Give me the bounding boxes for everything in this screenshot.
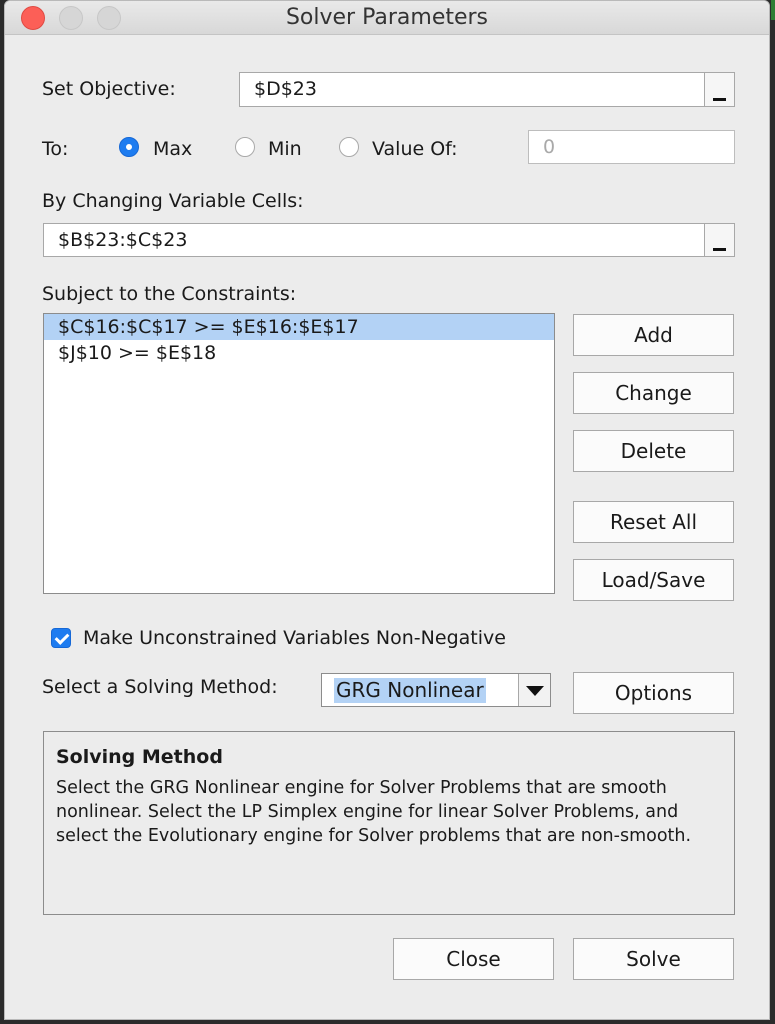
non-negative-checkbox[interactable] xyxy=(51,628,71,648)
constraints-list[interactable]: $C$16:$C$17 >= $E$16:$E$17 $J$10 >= $E$1… xyxy=(43,313,555,594)
dropdown-arrow-icon[interactable] xyxy=(518,674,550,706)
objective-label: Set Objective: xyxy=(42,78,176,100)
solving-method-label: Select a Solving Method: xyxy=(42,676,278,698)
value-of-radio[interactable] xyxy=(339,137,359,157)
constraint-item[interactable]: $J$10 >= $E$18 xyxy=(44,340,554,366)
options-button[interactable]: Options xyxy=(573,672,734,714)
objective-value: $D$23 xyxy=(254,78,317,100)
changing-cells-value: $B$23:$C$23 xyxy=(58,229,188,251)
solving-method-value: GRG Nonlinear xyxy=(334,678,486,703)
max-label[interactable]: Max xyxy=(153,138,192,160)
value-of-label[interactable]: Value Of: xyxy=(372,138,458,160)
collapse-icon xyxy=(713,98,726,101)
solver-dialog: Solver Parameters Set Objective: $D$23 T… xyxy=(4,0,770,1020)
collapse-icon xyxy=(713,248,726,251)
solving-method-select[interactable]: GRG Nonlinear xyxy=(321,673,551,707)
value-of-field[interactable]: 0 xyxy=(528,130,735,164)
constraint-item[interactable]: $C$16:$C$17 >= $E$16:$E$17 xyxy=(44,314,554,340)
add-button[interactable]: Add xyxy=(573,314,734,356)
solving-method-info-panel: Solving Method Select the GRG Nonlinear … xyxy=(43,731,735,915)
title-bar: Solver Parameters xyxy=(5,1,769,35)
min-radio[interactable] xyxy=(235,137,255,157)
load-save-button[interactable]: Load/Save xyxy=(573,559,734,601)
delete-button[interactable]: Delete xyxy=(573,430,734,472)
to-label: To: xyxy=(42,138,69,160)
non-negative-label[interactable]: Make Unconstrained Variables Non-Negativ… xyxy=(83,627,506,649)
solve-button[interactable]: Solve xyxy=(573,938,734,980)
window-title: Solver Parameters xyxy=(285,5,489,30)
changing-cells-field[interactable]: $B$23:$C$23 xyxy=(43,223,735,257)
objective-range-picker-button[interactable] xyxy=(704,73,734,106)
info-text: Select the GRG Nonlinear engine for Solv… xyxy=(56,778,692,846)
info-heading: Solving Method xyxy=(56,746,223,768)
reset-all-button[interactable]: Reset All xyxy=(573,501,734,543)
min-label[interactable]: Min xyxy=(268,138,302,160)
max-radio[interactable] xyxy=(119,137,139,157)
constraints-label: Subject to the Constraints: xyxy=(42,283,297,305)
changing-cells-label: By Changing Variable Cells: xyxy=(42,190,304,212)
background-strip xyxy=(771,0,775,20)
changing-cells-range-picker-button[interactable] xyxy=(704,224,734,256)
close-button[interactable]: Close xyxy=(393,938,554,980)
objective-field[interactable]: $D$23 xyxy=(239,72,735,107)
value-of-value: 0 xyxy=(543,136,556,158)
change-button[interactable]: Change xyxy=(573,372,734,414)
